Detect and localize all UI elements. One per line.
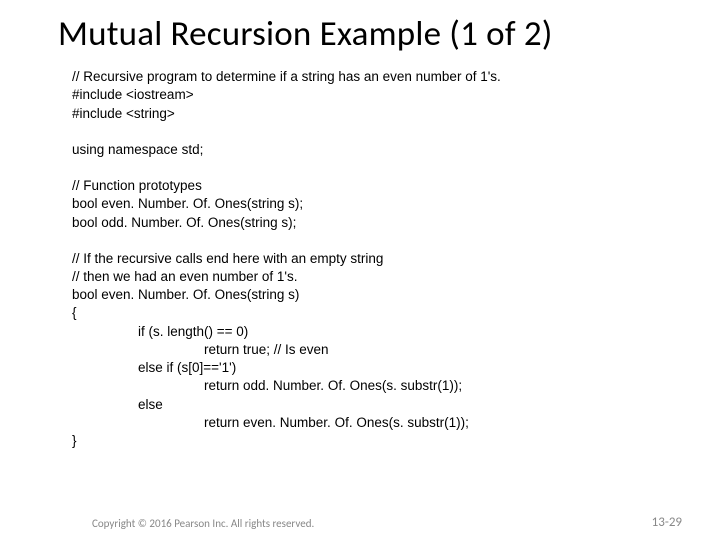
code-line: bool odd. Number. Of. Ones(string s);	[72, 214, 672, 232]
code-line: else if (s[0]=='1')	[72, 359, 672, 377]
code-line: }	[72, 432, 672, 450]
code-line: // then we had an even number of 1's.	[72, 268, 672, 286]
slide: Mutual Recursion Example (1 of 2) // Rec…	[0, 0, 720, 540]
code-line: // If the recursive calls end here with …	[72, 250, 672, 268]
code-line: #include <string>	[72, 105, 672, 123]
code-line: {	[72, 304, 672, 322]
code-body: // Recursive program to determine if a s…	[58, 68, 672, 450]
code-line: return true; // Is even	[72, 341, 672, 359]
code-line: #include <iostream>	[72, 86, 672, 104]
copyright-text: Copyright © 2016 Pearson Inc. All rights…	[92, 517, 314, 530]
blank-line	[72, 123, 672, 141]
code-line: // Recursive program to determine if a s…	[72, 68, 672, 86]
blank-line	[72, 232, 672, 250]
code-line: return odd. Number. Of. Ones(s. substr(1…	[72, 377, 672, 395]
code-line: bool even. Number. Of. Ones(string s);	[72, 195, 672, 213]
blank-line	[72, 159, 672, 177]
slide-title: Mutual Recursion Example (1 of 2)	[58, 14, 672, 54]
code-line: // Function prototypes	[72, 177, 672, 195]
code-line: using namespace std;	[72, 141, 672, 159]
code-line: if (s. length() == 0)	[72, 323, 672, 341]
page-number: 13-29	[652, 515, 682, 530]
code-line: else	[72, 396, 672, 414]
code-line: return even. Number. Of. Ones(s. substr(…	[72, 414, 672, 432]
code-line: bool even. Number. Of. Ones(string s)	[72, 286, 672, 304]
